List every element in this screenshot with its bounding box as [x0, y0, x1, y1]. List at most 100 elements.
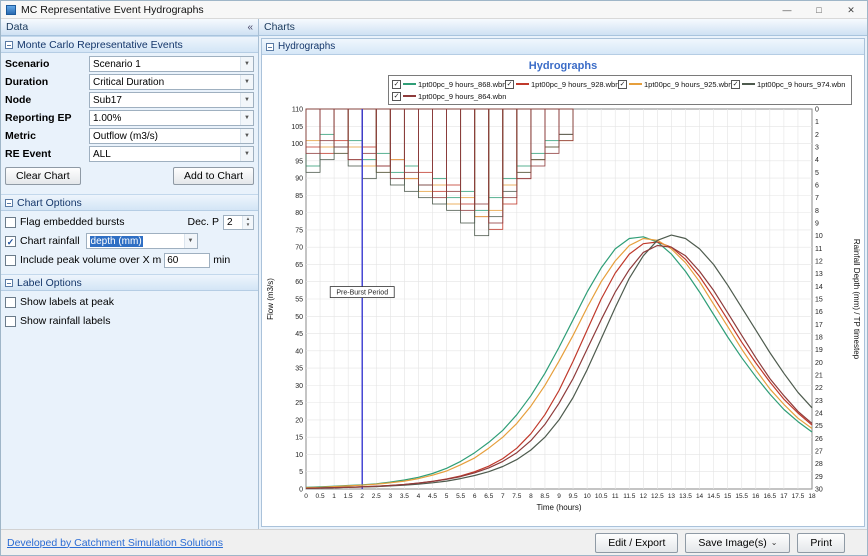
legend-item[interactable]: ✓1pt00pc_9 hours_868.wbn	[392, 78, 505, 90]
flag-embedded-burst-checkbox[interactable]	[5, 217, 16, 228]
legend-line-swatch	[742, 83, 755, 85]
flow-tick-label: 80	[295, 210, 303, 217]
credit-link[interactable]: Developed by Catchment Simulation Soluti…	[7, 537, 223, 549]
x-tick-label: 11.5	[623, 493, 636, 500]
section-header-monte-carlo[interactable]: Monte Carlo Representative Events	[1, 36, 258, 53]
minimize-button[interactable]: —	[771, 1, 803, 19]
close-button[interactable]: ✕	[835, 1, 867, 19]
legend-label: 1pt00pc_9 hours_928.wbn	[531, 80, 619, 89]
save-images-button[interactable]: Save Image(s) ⌄	[685, 533, 790, 553]
dec-p-label: Dec. P	[187, 216, 219, 228]
rain-tick-label: 14	[815, 284, 823, 291]
duration-value: Critical Duration	[93, 77, 240, 88]
duration-select[interactable]: Critical Duration ▼	[89, 74, 254, 90]
flow-tick-label: 95	[295, 158, 303, 165]
x-tick-label: 9	[557, 493, 561, 500]
rain-tick-label: 3	[815, 145, 819, 152]
edit-export-button[interactable]: Edit / Export	[595, 533, 678, 553]
reporting-ep-select[interactable]: 1.00% ▼	[89, 110, 254, 126]
legend-checkbox[interactable]: ✓	[731, 80, 740, 89]
legend-item[interactable]: ✓ 1pt00pc_9 hours_925.wbn	[618, 78, 731, 90]
legend-checkbox[interactable]: ✓	[392, 80, 401, 89]
scenario-select[interactable]: Scenario 1 ▼	[89, 56, 254, 72]
section-title: Chart Options	[17, 197, 82, 209]
legend-checkbox[interactable]: ✓	[505, 80, 514, 89]
node-label: Node	[5, 94, 89, 106]
x-tick-label: 10.5	[595, 493, 608, 500]
section-collapse-icon	[5, 199, 13, 207]
clear-chart-button[interactable]: Clear Chart	[5, 167, 81, 185]
maximize-button[interactable]: □	[803, 1, 835, 19]
peak-volume-minutes-input[interactable]	[164, 253, 210, 268]
x-tick-label: 15	[724, 493, 732, 500]
form-row-re-event: RE Event ALL ▼	[5, 146, 254, 162]
legend-label: 1pt00pc_9 hours_864.wbn	[418, 92, 506, 101]
show-labels-at-peak-row: Show labels at peak	[5, 294, 254, 310]
rainfall-units-select[interactable]: depth (mm) ▼	[86, 233, 198, 249]
include-peak-volume-checkbox[interactable]	[5, 255, 16, 266]
show-labels-at-peak-checkbox[interactable]	[5, 297, 16, 308]
flow-tick-label: 30	[295, 383, 303, 390]
x-tick-label: 14.5	[707, 493, 720, 500]
metric-select[interactable]: Outflow (m3/s) ▼	[89, 128, 254, 144]
spinner-arrows-icon[interactable]: ▲▼	[242, 216, 253, 229]
flow-tick-label: 40	[295, 348, 303, 355]
x-tick-label: 0	[304, 493, 308, 500]
legend-checkbox[interactable]: ✓	[392, 92, 401, 101]
form-row-scenario: Scenario Scenario 1 ▼	[5, 56, 254, 72]
chart-rainfall-checkbox[interactable]	[5, 236, 16, 247]
footer-bar: Developed by Catchment Simulation Soluti…	[1, 529, 867, 555]
x-tick-label: 13.5	[679, 493, 692, 500]
form-row-duration: Duration Critical Duration ▼	[5, 74, 254, 90]
footer-buttons: Edit / Export Save Image(s) ⌄ Print	[595, 533, 861, 553]
legend-item[interactable]: ✓ 1pt00pc_9 hours_864.wbn	[392, 90, 505, 102]
re-event-select[interactable]: ALL ▼	[89, 146, 254, 162]
rain-tick-label: 19	[815, 347, 823, 354]
hydrographs-group-title: Hydrographs	[278, 41, 335, 52]
flow-tick-label: 55	[295, 297, 303, 304]
flow-tick-label: 15	[295, 435, 303, 442]
show-rainfall-labels-checkbox[interactable]	[5, 316, 16, 327]
dec-p-value: 2	[224, 217, 242, 228]
rain-tick-label: 25	[815, 423, 823, 430]
chevron-down-icon: ▼	[184, 234, 197, 248]
x-tick-label: 2.5	[372, 493, 381, 500]
reporting-ep-value: 1.00%	[93, 113, 240, 124]
app-window: MC Representative Event Hydrographs — □ …	[0, 0, 868, 556]
chevron-down-icon: ▼	[240, 75, 253, 89]
x-tick-label: 9.5	[569, 493, 578, 500]
legend-item[interactable]: ✓1pt00pc_9 hours_974.wbn	[731, 78, 844, 90]
section-header-label-options[interactable]: Label Options	[1, 274, 258, 291]
legend-checkbox[interactable]: ✓	[618, 80, 627, 89]
add-to-chart-button[interactable]: Add to Chart	[173, 167, 254, 185]
form-row-node: Node Sub17 ▼	[5, 92, 254, 108]
chart-options-rows: Flag embedded bursts Dec. P 2 ▲▼ Chart r…	[1, 211, 258, 274]
rain-tick-label: 8	[815, 208, 819, 215]
rain-tick-label: 23	[815, 398, 823, 405]
chevron-down-icon: ▼	[240, 93, 253, 107]
hydrographs-group-header[interactable]: Hydrographs	[262, 39, 864, 55]
show-rainfall-labels-label: Show rainfall labels	[20, 315, 110, 327]
x-tick-label: 11	[612, 493, 619, 500]
collapse-panel-icon[interactable]: «	[247, 22, 253, 33]
metric-value: Outflow (m3/s)	[93, 131, 240, 142]
mc-buttons-row: Clear Chart Add to Chart	[5, 167, 254, 185]
flag-embedded-burst-row: Flag embedded bursts Dec. P 2 ▲▼	[5, 214, 254, 230]
legend-label: 1pt00pc_9 hours_925.wbn	[644, 80, 732, 89]
x-tick-label: 2	[360, 493, 364, 500]
charts-panel: Charts Hydrographs Hydrographs ✓1pt00pc_…	[259, 19, 867, 529]
node-select[interactable]: Sub17 ▼	[89, 92, 254, 108]
print-button[interactable]: Print	[797, 533, 845, 553]
chart-canvas[interactable]: Hydrographs ✓1pt00pc_9 hours_868.wbn✓1pt…	[262, 55, 864, 526]
x-tick-label: 0.5	[316, 493, 325, 500]
section-header-chart-options[interactable]: Chart Options	[1, 194, 258, 211]
chevron-down-icon: ⌄	[771, 539, 778, 547]
rain-tick-label: 30	[815, 487, 823, 494]
window-controls: — □ ✕	[771, 1, 867, 19]
rain-tick-label: 21	[815, 373, 823, 380]
rain-tick-label: 11	[815, 246, 822, 253]
legend-item[interactable]: ✓ 1pt00pc_9 hours_928.wbn	[505, 78, 618, 90]
legend-line-swatch	[629, 83, 642, 85]
scenario-value: Scenario 1	[93, 59, 240, 70]
dec-p-spinner[interactable]: 2 ▲▼	[223, 215, 254, 230]
